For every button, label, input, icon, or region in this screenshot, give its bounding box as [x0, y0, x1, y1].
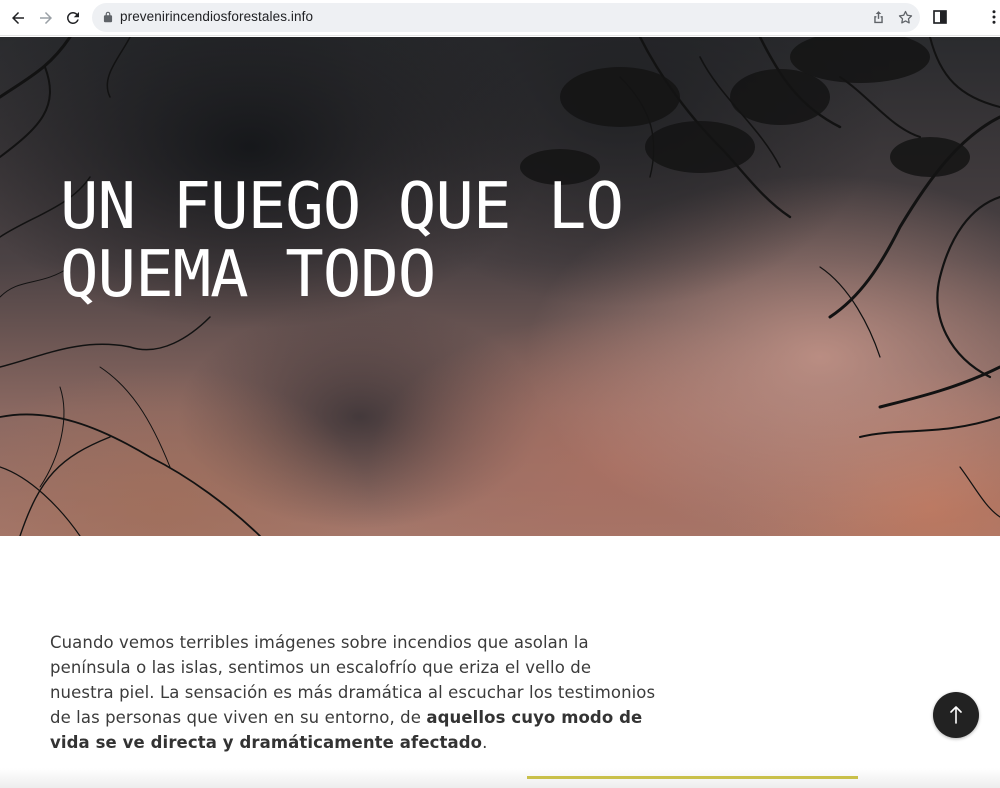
intro-paragraph: Cuando vemos terribles imágenes sobre in… [50, 630, 660, 755]
accent-divider [527, 776, 858, 779]
hero-banner: UN FUEGO QUE LO QUEMA TODO [0, 37, 1000, 536]
back-arrow-icon[interactable] [5, 5, 31, 31]
forward-arrow-icon[interactable] [33, 5, 59, 31]
intro-text-end: . [482, 733, 488, 752]
share-icon[interactable] [870, 9, 887, 26]
lock-icon[interactable] [101, 10, 115, 24]
star-icon[interactable] [897, 9, 914, 26]
hero-title: UN FUEGO QUE LO QUEMA TODO [60, 170, 624, 312]
scroll-to-top-button[interactable] [933, 692, 979, 738]
arrow-up-icon [950, 706, 962, 724]
url-text[interactable]: prevenirincendiosforestales.info [120, 9, 313, 24]
address-bar[interactable]: prevenirincendiosforestales.info [92, 3, 920, 32]
more-vert-icon[interactable] [985, 8, 1000, 26]
browser-toolbar: prevenirincendiosforestales.info [0, 0, 1000, 36]
reload-icon[interactable] [60, 5, 86, 31]
side-panel-icon[interactable] [931, 8, 949, 26]
